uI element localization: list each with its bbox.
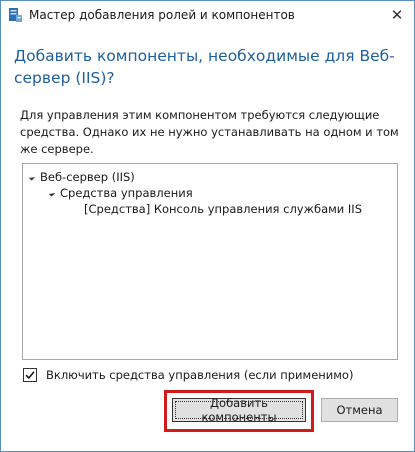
- cancel-button[interactable]: Отмена: [321, 398, 398, 422]
- include-tools-checkbox[interactable]: [23, 368, 37, 382]
- expand-triangle-icon[interactable]: [48, 190, 56, 197]
- features-tree[interactable]: Веб-сервер (IIS) Средства управления [Ср…: [22, 163, 398, 360]
- tree-item-iis-console[interactable]: [Средства] Консоль управления службами I…: [84, 201, 362, 217]
- dialog-window: Мастер добавления ролей и компонентов ✕ …: [0, 0, 415, 452]
- expand-triangle-icon[interactable]: [28, 174, 36, 181]
- checkmark-icon: [25, 371, 35, 380]
- tree-item-web-server[interactable]: Веб-сервер (IIS): [28, 169, 135, 185]
- tree-item-label: Средства управления: [60, 186, 193, 200]
- server-manager-icon: [7, 7, 23, 23]
- close-button[interactable]: ✕: [384, 3, 410, 27]
- window-title: Мастер добавления ролей и компонентов: [29, 8, 295, 22]
- add-features-button[interactable]: Добавить компоненты: [172, 396, 306, 424]
- tree-item-label: Веб-сервер (IIS): [40, 170, 135, 184]
- include-tools-row[interactable]: Включить средства управления (если приме…: [23, 368, 353, 382]
- include-tools-label: Включить средства управления (если приме…: [46, 368, 354, 382]
- page-title: Добавить компоненты, необходимые для Веб…: [14, 47, 395, 87]
- description-text: Для управления этим компонентом требуютс…: [20, 108, 399, 156]
- tree-item-management-tools[interactable]: Средства управления: [48, 185, 193, 201]
- title-bar[interactable]: Мастер добавления ролей и компонентов ✕: [1, 1, 414, 31]
- tree-item-label: [Средства] Консоль управления службами I…: [84, 202, 362, 216]
